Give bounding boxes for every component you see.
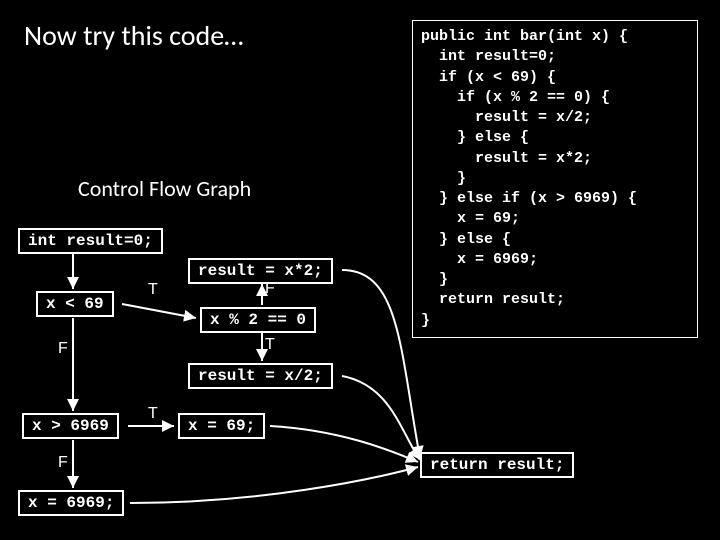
- slide-title: Now try this code…: [24, 18, 244, 53]
- node-x-eq-6969: x = 6969;: [18, 490, 124, 516]
- node-x-gt-6969: x > 6969: [22, 413, 119, 439]
- label-f-1: F: [58, 340, 68, 358]
- node-mul: result = x*2;: [188, 258, 333, 284]
- node-x-eq-69: x = 69;: [178, 413, 265, 439]
- cfg-heading: Control Flow Graph: [78, 175, 251, 202]
- node-return: return result;: [420, 452, 574, 478]
- node-div: result = x/2;: [188, 363, 333, 389]
- label-f-3: F: [58, 454, 68, 472]
- label-t-3: T: [148, 405, 158, 423]
- label-f-2: F: [265, 280, 275, 298]
- node-mod: x % 2 == 0: [200, 307, 316, 333]
- node-x-lt-69: x < 69: [36, 291, 114, 317]
- node-init: int result=0;: [18, 228, 163, 254]
- label-t-2: T: [265, 336, 275, 354]
- label-t-1: T: [148, 281, 158, 299]
- code-listing: public int bar(int x) { int result=0; if…: [412, 20, 698, 338]
